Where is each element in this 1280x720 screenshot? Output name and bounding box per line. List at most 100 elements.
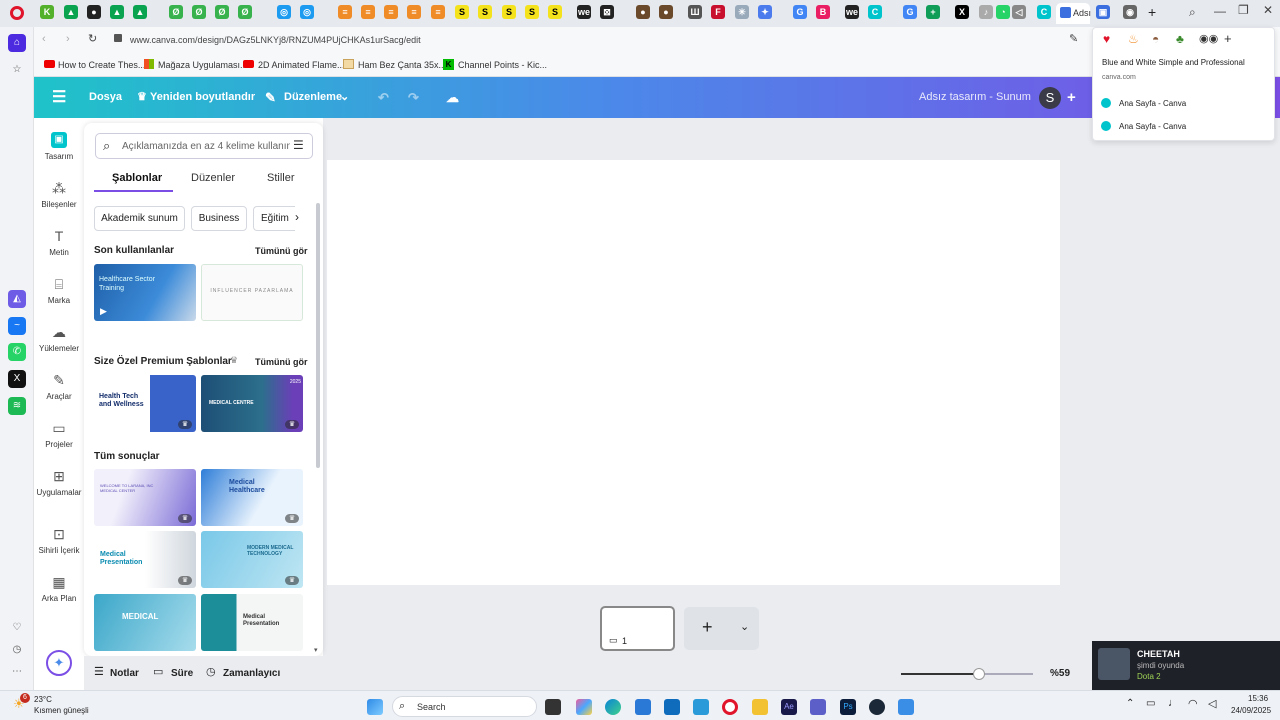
template-thumbnail[interactable]: INFLUENCER PAZARLAMA bbox=[201, 264, 303, 321]
popup-tab-item[interactable]: Ana Sayfa - Canva bbox=[1119, 122, 1186, 131]
see-all-link[interactable]: Tümünü gör bbox=[255, 246, 308, 256]
messenger-icon[interactable]: ~ bbox=[8, 317, 26, 335]
volume-icon[interactable]: ◁ bbox=[1208, 697, 1216, 710]
spotify-icon[interactable]: ≋ bbox=[8, 397, 26, 415]
taskbar-search-input[interactable]: Search bbox=[417, 702, 446, 712]
notes-button[interactable]: Notlar bbox=[110, 668, 139, 679]
tab-icon[interactable]: S bbox=[525, 5, 539, 19]
canva-tab-icon[interactable]: C bbox=[1037, 5, 1051, 19]
tab-icon[interactable]: we bbox=[577, 5, 591, 19]
steam-icon[interactable] bbox=[869, 699, 885, 715]
tab-icon[interactable]: Ø bbox=[215, 5, 229, 19]
tab-icon[interactable]: Ø bbox=[192, 5, 206, 19]
rail-item-projects[interactable]: ▭ Projeler bbox=[34, 420, 84, 449]
github-tab-icon[interactable]: ● bbox=[87, 5, 101, 19]
store-icon[interactable] bbox=[635, 699, 651, 715]
template-thumbnail[interactable]: Health Tech and Wellness ♛ bbox=[94, 375, 196, 432]
zoom-slider-handle[interactable] bbox=[973, 668, 985, 680]
rail-item-design[interactable]: ▣ Tasarım bbox=[34, 132, 84, 161]
bookmark-item[interactable]: How to Create Thes... bbox=[58, 60, 145, 70]
heart-icon[interactable]: ♡ bbox=[8, 619, 26, 637]
rail-item-magic-media[interactable]: ⊡ Sihirli İçerik bbox=[34, 526, 84, 555]
bookmark-item[interactable]: Ham Bez Çanta 35x... bbox=[358, 60, 446, 70]
tab-icon[interactable]: Ш bbox=[688, 5, 702, 19]
more-icon[interactable]: ⋯ bbox=[8, 663, 26, 681]
aria-icon[interactable]: ◭ bbox=[8, 290, 26, 308]
edit-url-icon[interactable]: ✎ bbox=[1069, 32, 1078, 45]
zoom-slider-track[interactable] bbox=[901, 668, 1033, 680]
tab-icon[interactable]: ▲ bbox=[133, 5, 147, 19]
tab-icon[interactable]: S bbox=[478, 5, 492, 19]
tab-icon[interactable]: S bbox=[502, 5, 516, 19]
plant-icon[interactable]: ♣ bbox=[1176, 32, 1184, 46]
speaker-icon[interactable]: ◁ bbox=[1012, 5, 1026, 19]
search-tabs-icon[interactable]: ⌕ bbox=[1189, 5, 1196, 20]
bookmark-item[interactable]: Channel Points - Kic... bbox=[458, 60, 547, 70]
magic-assistant-button[interactable]: ✦ bbox=[46, 650, 72, 676]
remote-desktop-icon[interactable] bbox=[693, 699, 709, 715]
zoom-level[interactable]: %59 bbox=[1050, 668, 1070, 679]
tab-icon[interactable]: ◉ bbox=[1123, 5, 1137, 19]
chip[interactable]: Eğitim bbox=[253, 206, 295, 231]
flame-icon[interactable]: ♨ bbox=[1128, 32, 1139, 46]
template-thumbnail[interactable]: MEDICAL bbox=[94, 594, 196, 651]
opera-taskbar-icon[interactable] bbox=[722, 699, 738, 715]
tab-icon[interactable]: K bbox=[40, 5, 54, 19]
tab-layouts[interactable]: Düzenler bbox=[191, 172, 235, 184]
history-icon[interactable]: ◷ bbox=[8, 641, 26, 659]
tab-icon[interactable]: ◎ bbox=[300, 5, 314, 19]
tab-icon[interactable]: ≡ bbox=[361, 5, 375, 19]
tab-icon[interactable]: ⊠ bbox=[600, 5, 614, 19]
clock-date[interactable]: 24/09/2025 bbox=[1231, 706, 1271, 715]
teams-icon[interactable] bbox=[810, 699, 826, 715]
template-thumbnail[interactable]: Healthcare Sector Training ▶ bbox=[94, 264, 196, 321]
undo-icon[interactable]: ↶ bbox=[378, 77, 389, 118]
tab-icon[interactable]: Ø bbox=[169, 5, 183, 19]
template-thumbnail[interactable]: Medical Presentation ♛ bbox=[94, 531, 196, 588]
tab-icon[interactable]: + bbox=[926, 5, 940, 19]
address-url[interactable]: www.canva.com/design/DAGz5LNKYj8/RNZUM4P… bbox=[130, 35, 421, 45]
chip[interactable]: Business bbox=[191, 206, 247, 231]
tab-icon[interactable]: ✦ bbox=[758, 5, 772, 19]
add-collaborator-icon[interactable]: + bbox=[1067, 77, 1076, 118]
filter-icon[interactable]: ☰ bbox=[293, 138, 304, 152]
document-title[interactable]: Adsız tasarım - Sunum bbox=[919, 77, 1031, 118]
rail-item-uploads[interactable]: ☁ Yüklemeler bbox=[34, 324, 84, 353]
template-thumbnail[interactable]: MEDICAL CENTRE 2025 ♛ bbox=[201, 375, 303, 432]
wifi-icon[interactable]: ◠ bbox=[1188, 697, 1198, 710]
template-thumbnail[interactable]: WELCOME TO LARANA, INC MEDICAL CENTER ♛ bbox=[94, 469, 196, 526]
new-tab-button[interactable]: + bbox=[1148, 4, 1156, 20]
rail-item-apps[interactable]: ⊞ Uygulamalar bbox=[34, 468, 84, 497]
x-tab-icon[interactable]: X bbox=[955, 5, 969, 19]
photoshop-icon[interactable]: Ps bbox=[840, 699, 856, 715]
game-notification[interactable]: CHEETAH şimdi oyunda Dota 2 bbox=[1092, 641, 1280, 690]
reload-icon[interactable]: ↻ bbox=[88, 32, 97, 45]
tab-icon[interactable]: ▲ bbox=[64, 5, 78, 19]
windows-start-icon[interactable] bbox=[367, 699, 383, 715]
tab-icon[interactable]: ◎ bbox=[277, 5, 291, 19]
rail-item-elements[interactable]: ⁂ Bileşenler bbox=[34, 180, 84, 209]
emoji-icon[interactable]: ◓ bbox=[1152, 32, 1159, 46]
forward-icon[interactable]: › bbox=[66, 33, 70, 45]
minimize-icon[interactable]: — bbox=[1214, 4, 1226, 18]
template-thumbnail[interactable]: Medical Healthcare ♛ bbox=[201, 469, 303, 526]
maximize-icon[interactable]: ❐ bbox=[1238, 3, 1249, 17]
panel-scrollbar[interactable] bbox=[316, 203, 320, 468]
see-all-link[interactable]: Tümünü gör bbox=[255, 357, 308, 367]
timer-button[interactable]: Zamanlayıcı bbox=[223, 668, 280, 679]
task-view-icon[interactable] bbox=[545, 699, 561, 715]
tab-icon[interactable]: S bbox=[548, 5, 562, 19]
template-thumbnail[interactable]: Medical Presentation bbox=[201, 594, 303, 651]
bookmark-item[interactable]: 2D Animated Flame... bbox=[258, 60, 345, 70]
x-icon[interactable]: X bbox=[8, 370, 26, 388]
close-icon[interactable]: ✕ bbox=[1263, 3, 1273, 17]
tab-styles[interactable]: Stiller bbox=[267, 172, 295, 184]
tab-icon[interactable]: ● bbox=[659, 5, 673, 19]
file-explorer-icon[interactable] bbox=[752, 699, 768, 715]
avatar[interactable]: S bbox=[1039, 87, 1061, 109]
cloud-saved-icon[interactable]: ☁ bbox=[446, 77, 459, 118]
tab-templates[interactable]: Şablonlar bbox=[112, 172, 162, 184]
tab-icon[interactable]: B bbox=[816, 5, 830, 19]
resize-button[interactable]: Yeniden boyutlandır bbox=[150, 77, 255, 118]
eyes-icon[interactable]: ◉◉ bbox=[1199, 32, 1218, 45]
